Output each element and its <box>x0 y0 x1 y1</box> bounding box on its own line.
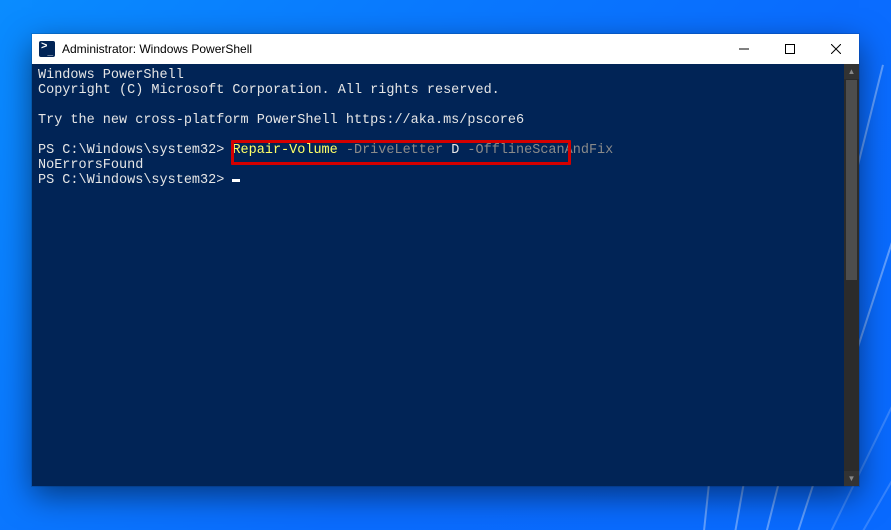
scrollbar-up-arrow-icon[interactable]: ▲ <box>844 64 859 79</box>
cmdlet-name: Repair-Volume <box>232 143 337 158</box>
powershell-icon <box>39 41 55 57</box>
close-button[interactable] <box>813 34 859 64</box>
banner-line-2: Copyright (C) Microsoft Corporation. All… <box>38 83 500 98</box>
vertical-scrollbar[interactable]: ▲ ▼ <box>844 64 859 486</box>
window-title: Administrator: Windows PowerShell <box>62 42 252 56</box>
maximize-button[interactable] <box>767 34 813 64</box>
maximize-icon <box>785 44 795 54</box>
scrollbar-down-arrow-icon[interactable]: ▼ <box>844 471 859 486</box>
result-line: NoErrorsFound <box>38 158 143 173</box>
prompt-1: PS C:\Windows\system32> <box>38 143 232 158</box>
prompt-2: PS C:\Windows\system32> <box>38 173 232 188</box>
banner-line-1: Windows PowerShell <box>38 68 184 83</box>
minimize-icon <box>739 44 749 54</box>
pscore-hint: Try the new cross-platform PowerShell ht… <box>38 113 524 128</box>
powershell-window: Administrator: Windows PowerShell Window… <box>32 34 859 486</box>
text-cursor <box>232 179 240 182</box>
close-icon <box>831 44 841 54</box>
terminal[interactable]: Windows PowerShell Copyright (C) Microso… <box>32 64 844 486</box>
scrollbar-thumb[interactable] <box>846 80 857 280</box>
terminal-area: Windows PowerShell Copyright (C) Microso… <box>32 64 859 486</box>
param-offlinescanandfix: -OfflineScanAndFix <box>467 143 613 158</box>
titlebar[interactable]: Administrator: Windows PowerShell <box>32 34 859 64</box>
minimize-button[interactable] <box>721 34 767 64</box>
app-icon <box>32 41 62 57</box>
param-driveletter: -DriveLetter <box>346 143 443 158</box>
